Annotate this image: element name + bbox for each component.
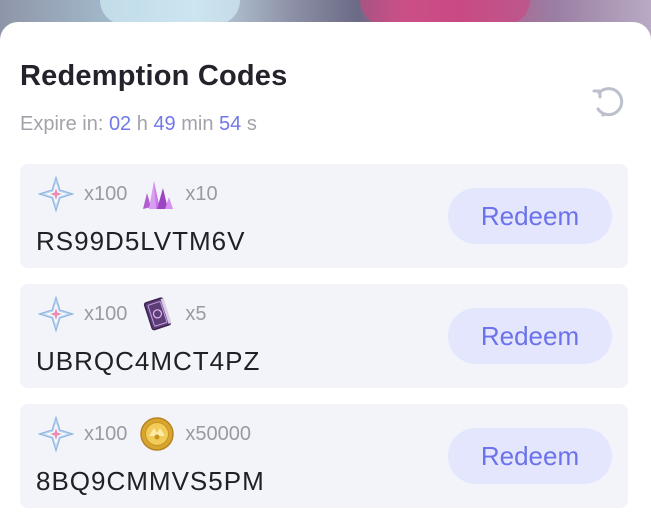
code-card: x100 x50000 8BQ9CMMVS5PM Redeem (20, 404, 628, 508)
primogem-icon (37, 175, 75, 213)
redeem-button[interactable]: Redeem (448, 188, 612, 244)
code-card: x100 x10 RS99D5LVTM6V Redeem (20, 164, 628, 268)
redeem-button[interactable]: Redeem (448, 308, 612, 364)
expire-minutes: 49 (153, 113, 176, 135)
expire-hours: 02 (108, 113, 132, 135)
expire-hours-unit: h (136, 113, 148, 135)
redemption-code: UBRQC4MCT4PZ (36, 346, 261, 376)
primogem-icon (37, 295, 75, 333)
reward-quantity: x100 (84, 182, 128, 205)
code-card: x100 x5 UBRQC4MCT4PZ Redeem (20, 284, 628, 388)
redemption-panel: Redemption Codes Expire in: 02 h 49 min … (0, 22, 651, 532)
refresh-icon[interactable] (590, 84, 626, 120)
expire-seconds-unit: s (246, 113, 257, 135)
crystal-icon (139, 176, 175, 212)
redeem-button[interactable]: Redeem (448, 428, 612, 484)
redemption-code: 8BQ9CMMVS5PM (36, 466, 265, 496)
page-title: Redemption Codes (20, 60, 288, 92)
expire-label: Expire in: (20, 113, 104, 135)
reward-quantity: x50000 (185, 422, 251, 445)
reward-list: x100 x10 (37, 175, 230, 213)
reward-list: x100 x5 (37, 295, 219, 333)
reward-quantity: x100 (84, 422, 128, 445)
expire-minutes-unit: min (181, 113, 214, 135)
primogem-icon (37, 415, 75, 453)
coin-icon (139, 416, 175, 452)
book-icon (139, 296, 175, 332)
redemption-code: RS99D5LVTM6V (36, 226, 246, 256)
reward-quantity: x5 (185, 302, 207, 325)
reward-quantity: x100 (84, 302, 128, 325)
expire-countdown: Expire in: 02 h 49 min 54 s (20, 113, 257, 136)
reward-quantity: x10 (185, 182, 218, 205)
expire-seconds: 54 (219, 113, 242, 135)
reward-list: x100 x50000 (37, 415, 263, 453)
